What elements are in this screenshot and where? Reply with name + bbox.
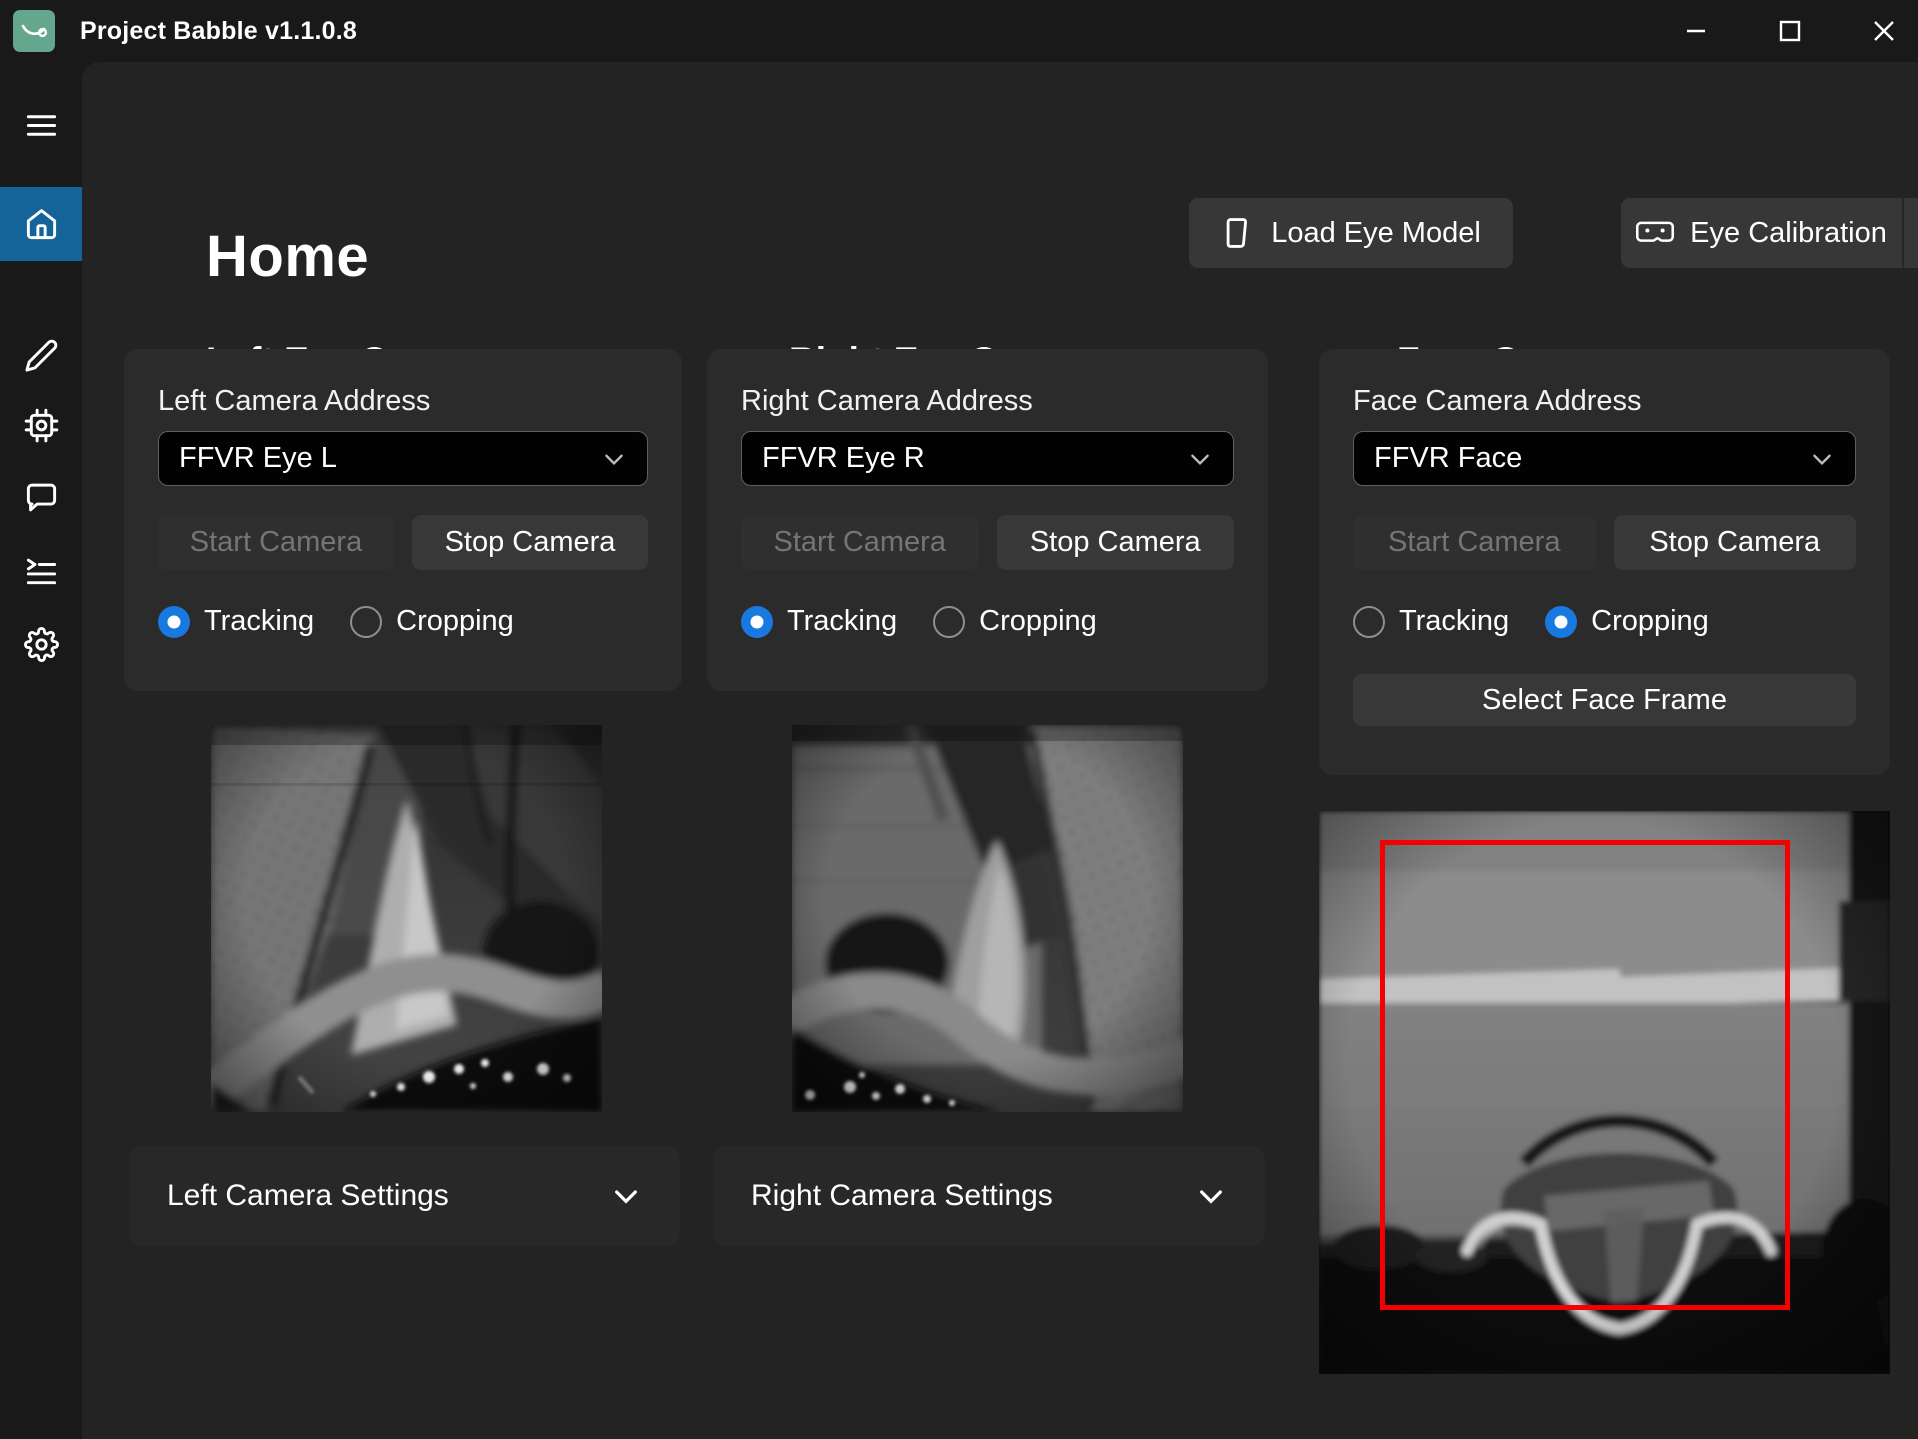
right-camera-address-label: Right Camera Address xyxy=(741,385,1234,418)
close-icon xyxy=(1871,18,1897,44)
project-babble-window: { "titlebar": { "app_title": "Project Ba… xyxy=(0,0,1918,1439)
gear-icon xyxy=(24,627,59,662)
chevron-down-icon xyxy=(1187,446,1213,472)
right-eye-camera-feed xyxy=(792,725,1183,1112)
sidebar-item-edit[interactable] xyxy=(0,323,82,387)
face-tracking-label: Tracking xyxy=(1399,605,1509,638)
right-cropping-label: Cropping xyxy=(979,605,1097,638)
face-stop-camera-button[interactable]: Stop Camera xyxy=(1614,515,1857,570)
left-tracking-radio[interactable] xyxy=(158,606,190,638)
right-eye-camera-preview xyxy=(792,725,1183,1112)
left-camera-address-label: Left Camera Address xyxy=(158,385,648,418)
left-start-camera-button[interactable]: Start Camera xyxy=(158,515,394,570)
right-camera-settings-label: Right Camera Settings xyxy=(751,1179,1195,1213)
face-tracking-radio[interactable] xyxy=(1353,606,1385,638)
left-camera-address-value: FFVR Eye L xyxy=(179,442,601,475)
load-eye-model-label: Load Eye Model xyxy=(1271,217,1481,250)
right-eye-camera-panel: Right Camera Address FFVR Eye R Start Ca… xyxy=(707,349,1268,691)
page-title: Home xyxy=(206,223,369,290)
face-cropping-radio[interactable] xyxy=(1545,606,1577,638)
sidebar-item-module[interactable] xyxy=(0,393,82,457)
eye-calibration-label: Eye Calibration xyxy=(1690,217,1887,250)
right-tracking-label: Tracking xyxy=(787,605,897,638)
left-camera-settings-expander[interactable]: Left Camera Settings xyxy=(129,1146,680,1246)
log-list-icon xyxy=(24,555,59,590)
sidebar-item-settings[interactable] xyxy=(0,612,82,676)
model-page-icon xyxy=(1221,216,1255,250)
sidebar xyxy=(0,62,82,1439)
right-camera-address-select[interactable]: FFVR Eye R xyxy=(741,431,1234,486)
chip-icon xyxy=(24,408,59,443)
pencil-icon xyxy=(24,338,59,373)
hamburger-icon xyxy=(24,108,59,143)
sidebar-item-home[interactable] xyxy=(0,187,82,261)
select-face-frame-button[interactable]: Select Face Frame xyxy=(1353,674,1856,726)
face-camera-address-label: Face Camera Address xyxy=(1353,385,1856,418)
babble-smile-icon xyxy=(18,15,50,47)
face-start-camera-button[interactable]: Start Camera xyxy=(1353,515,1596,570)
face-crop-rectangle[interactable] xyxy=(1380,840,1790,1310)
vr-goggles-icon xyxy=(1636,218,1674,248)
left-eye-camera-panel: Left Camera Address FFVR Eye L Start Cam… xyxy=(124,349,682,691)
minimize-icon xyxy=(1683,18,1709,44)
left-camera-address-select[interactable]: FFVR Eye L xyxy=(158,431,648,486)
eye-calibration-button[interactable]: Eye Calibration xyxy=(1621,198,1902,268)
maximize-button[interactable] xyxy=(1762,6,1818,56)
right-cropping-radio[interactable] xyxy=(933,606,965,638)
load-eye-model-button[interactable]: Load Eye Model xyxy=(1189,198,1513,268)
titlebar: Project Babble v1.1.0.8 xyxy=(0,0,1918,62)
face-cropping-label: Cropping xyxy=(1591,605,1709,638)
face-camera-address-select[interactable]: FFVR Face xyxy=(1353,431,1856,486)
app-title: Project Babble v1.1.0.8 xyxy=(80,0,357,62)
face-camera-preview[interactable] xyxy=(1319,811,1890,1374)
sidebar-item-messages[interactable] xyxy=(0,465,82,529)
left-eye-camera-feed xyxy=(211,725,602,1112)
left-cropping-label: Cropping xyxy=(396,605,514,638)
right-tracking-radio[interactable] xyxy=(741,606,773,638)
minimize-button[interactable] xyxy=(1668,6,1724,56)
home-icon xyxy=(24,207,59,242)
left-stop-camera-button[interactable]: Stop Camera xyxy=(412,515,648,570)
face-camera-panel: Face Camera Address FFVR Face Start Came… xyxy=(1319,349,1890,775)
eye-calibration-dropdown-button[interactable] xyxy=(1904,198,1918,268)
chevron-down-icon xyxy=(610,1180,642,1212)
left-eye-camera-preview xyxy=(211,725,602,1112)
sidebar-item-logs[interactable] xyxy=(0,540,82,604)
chevron-down-icon xyxy=(1195,1180,1227,1212)
sidebar-menu-button[interactable] xyxy=(0,93,82,157)
right-start-camera-button[interactable]: Start Camera xyxy=(741,515,979,570)
eye-calibration-split-button: Eye Calibration xyxy=(1621,198,1918,268)
chevron-down-icon xyxy=(1809,446,1835,472)
chat-bubble-icon xyxy=(24,480,59,515)
right-camera-settings-expander[interactable]: Right Camera Settings xyxy=(713,1146,1265,1246)
maximize-icon xyxy=(1777,18,1803,44)
right-stop-camera-button[interactable]: Stop Camera xyxy=(997,515,1235,570)
left-cropping-radio[interactable] xyxy=(350,606,382,638)
chevron-down-icon xyxy=(601,446,627,472)
left-tracking-label: Tracking xyxy=(204,605,314,638)
left-camera-settings-label: Left Camera Settings xyxy=(167,1179,610,1213)
app-logo xyxy=(13,10,55,52)
face-camera-address-value: FFVR Face xyxy=(1374,442,1809,475)
close-button[interactable] xyxy=(1856,6,1912,56)
right-camera-address-value: FFVR Eye R xyxy=(762,442,1187,475)
